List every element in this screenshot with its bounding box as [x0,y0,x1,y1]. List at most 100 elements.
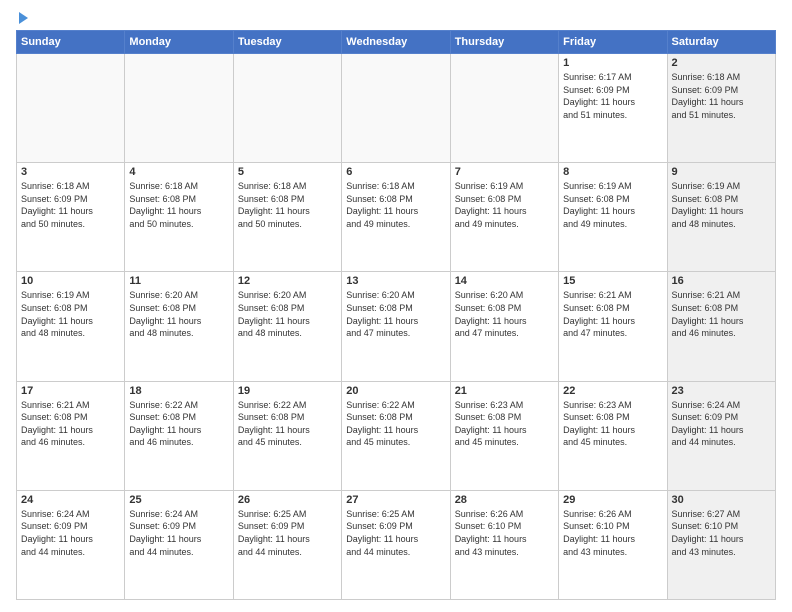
day-info: Sunrise: 6:24 AM Sunset: 6:09 PM Dayligh… [129,508,228,558]
day-number: 27 [346,494,445,506]
calendar-day-cell: 4 Sunrise: 6:18 AM Sunset: 6:08 PM Daylig… [125,163,233,272]
logo-triangle-icon [19,12,28,24]
day-number: 22 [563,385,662,397]
calendar-day-cell [17,54,125,163]
calendar-week-row: 24 Sunrise: 6:24 AM Sunset: 6:09 PM Dayli… [17,490,776,599]
calendar-day-cell: 1 Sunrise: 6:17 AM Sunset: 6:09 PM Daylig… [559,54,667,163]
calendar-day-cell: 25 Sunrise: 6:24 AM Sunset: 6:09 PM Dayli… [125,490,233,599]
day-info: Sunrise: 6:17 AM Sunset: 6:09 PM Dayligh… [563,71,662,121]
day-number: 15 [563,275,662,287]
calendar-day-cell: 14 Sunrise: 6:20 AM Sunset: 6:08 PM Dayli… [450,272,558,381]
calendar-week-row: 10 Sunrise: 6:19 AM Sunset: 6:08 PM Dayli… [17,272,776,381]
calendar-day-cell: 28Sunrise: 6:26 AM Sunset: 6:10 PM Dayli… [450,490,558,599]
calendar-day-cell: 18 Sunrise: 6:22 AM Sunset: 6:08 PM Dayli… [125,381,233,490]
calendar-day-header-thursday: Thursday [450,31,558,54]
calendar-day-cell: 2 Sunrise: 6:18 AM Sunset: 6:09 PM Daylig… [667,54,775,163]
calendar-day-header-monday: Monday [125,31,233,54]
day-number: 18 [129,385,228,397]
calendar-day-cell: 20Sunrise: 6:22 AM Sunset: 6:08 PM Dayli… [342,381,450,490]
day-info: Sunrise: 6:26 AM Sunset: 6:10 PM Dayligh… [563,508,662,558]
day-info: Sunrise: 6:19 AM Sunset: 6:08 PM Dayligh… [563,180,662,230]
day-info: Sunrise: 6:20 AM Sunset: 6:08 PM Dayligh… [346,289,445,339]
day-number: 12 [238,275,337,287]
calendar-day-cell: 19Sunrise: 6:22 AM Sunset: 6:08 PM Dayli… [233,381,341,490]
day-number: 25 [129,494,228,506]
calendar-day-header-sunday: Sunday [17,31,125,54]
day-number: 4 [129,166,228,178]
day-info: Sunrise: 6:18 AM Sunset: 6:08 PM Dayligh… [238,180,337,230]
day-number: 7 [455,166,554,178]
header [16,12,776,22]
day-info: Sunrise: 6:25 AM Sunset: 6:09 PM Dayligh… [238,508,337,558]
day-info: Sunrise: 6:22 AM Sunset: 6:08 PM Dayligh… [238,399,337,449]
calendar-day-cell: 6Sunrise: 6:18 AM Sunset: 6:08 PM Daylig… [342,163,450,272]
calendar-day-cell: 15 Sunrise: 6:21 AM Sunset: 6:08 PM Dayli… [559,272,667,381]
day-info: Sunrise: 6:22 AM Sunset: 6:08 PM Dayligh… [129,399,228,449]
calendar-day-cell: 5 Sunrise: 6:18 AM Sunset: 6:08 PM Daylig… [233,163,341,272]
calendar-day-cell [342,54,450,163]
calendar-day-cell: 30 Sunrise: 6:27 AM Sunset: 6:10 PM Dayli… [667,490,775,599]
page: SundayMondayTuesdayWednesdayThursdayFrid… [0,0,792,612]
calendar-day-cell [233,54,341,163]
day-info: Sunrise: 6:20 AM Sunset: 6:08 PM Dayligh… [455,289,554,339]
day-info: Sunrise: 6:18 AM Sunset: 6:08 PM Dayligh… [129,180,228,230]
day-number: 21 [455,385,554,397]
day-info: Sunrise: 6:21 AM Sunset: 6:08 PM Dayligh… [563,289,662,339]
day-info: Sunrise: 6:23 AM Sunset: 6:08 PM Dayligh… [563,399,662,449]
calendar-day-cell: 11Sunrise: 6:20 AM Sunset: 6:08 PM Dayli… [125,272,233,381]
calendar-week-row: 17 Sunrise: 6:21 AM Sunset: 6:08 PM Dayli… [17,381,776,490]
day-number: 3 [21,166,120,178]
calendar-day-cell: 17 Sunrise: 6:21 AM Sunset: 6:08 PM Dayli… [17,381,125,490]
day-number: 9 [672,166,771,178]
calendar-day-cell: 8 Sunrise: 6:19 AM Sunset: 6:08 PM Daylig… [559,163,667,272]
day-info: Sunrise: 6:21 AM Sunset: 6:08 PM Dayligh… [672,289,771,339]
day-number: 14 [455,275,554,287]
day-info: Sunrise: 6:19 AM Sunset: 6:08 PM Dayligh… [455,180,554,230]
day-info: Sunrise: 6:18 AM Sunset: 6:08 PM Dayligh… [346,180,445,230]
day-info: Sunrise: 6:18 AM Sunset: 6:09 PM Dayligh… [672,71,771,121]
day-info: Sunrise: 6:19 AM Sunset: 6:08 PM Dayligh… [21,289,120,339]
day-number: 1 [563,57,662,69]
calendar-table: SundayMondayTuesdayWednesdayThursdayFrid… [16,30,776,600]
calendar-day-header-tuesday: Tuesday [233,31,341,54]
day-info: Sunrise: 6:20 AM Sunset: 6:08 PM Dayligh… [238,289,337,339]
calendar-day-cell [125,54,233,163]
day-number: 30 [672,494,771,506]
day-info: Sunrise: 6:19 AM Sunset: 6:08 PM Dayligh… [672,180,771,230]
day-number: 8 [563,166,662,178]
logo [16,12,28,22]
calendar-day-cell: 26 Sunrise: 6:25 AM Sunset: 6:09 PM Dayli… [233,490,341,599]
calendar-day-cell: 13 Sunrise: 6:20 AM Sunset: 6:08 PM Dayli… [342,272,450,381]
day-info: Sunrise: 6:23 AM Sunset: 6:08 PM Dayligh… [455,399,554,449]
calendar-day-cell: 29 Sunrise: 6:26 AM Sunset: 6:10 PM Dayli… [559,490,667,599]
day-number: 13 [346,275,445,287]
calendar-week-row: 1 Sunrise: 6:17 AM Sunset: 6:09 PM Daylig… [17,54,776,163]
day-number: 24 [21,494,120,506]
calendar-day-cell: 23 Sunrise: 6:24 AM Sunset: 6:09 PM Dayli… [667,381,775,490]
day-number: 17 [21,385,120,397]
day-number: 16 [672,275,771,287]
day-number: 23 [672,385,771,397]
calendar-day-cell: 16 Sunrise: 6:21 AM Sunset: 6:08 PM Dayli… [667,272,775,381]
day-info: Sunrise: 6:24 AM Sunset: 6:09 PM Dayligh… [21,508,120,558]
day-number: 29 [563,494,662,506]
calendar-day-cell: 21 Sunrise: 6:23 AM Sunset: 6:08 PM Dayli… [450,381,558,490]
calendar-day-cell [450,54,558,163]
day-info: Sunrise: 6:24 AM Sunset: 6:09 PM Dayligh… [672,399,771,449]
day-number: 10 [21,275,120,287]
day-info: Sunrise: 6:27 AM Sunset: 6:10 PM Dayligh… [672,508,771,558]
calendar-day-cell: 7 Sunrise: 6:19 AM Sunset: 6:08 PM Daylig… [450,163,558,272]
day-info: Sunrise: 6:21 AM Sunset: 6:08 PM Dayligh… [21,399,120,449]
calendar-day-cell: 24 Sunrise: 6:24 AM Sunset: 6:09 PM Dayli… [17,490,125,599]
calendar-day-cell: 3Sunrise: 6:18 AM Sunset: 6:09 PM Daylig… [17,163,125,272]
day-number: 26 [238,494,337,506]
day-number: 2 [672,57,771,69]
day-info: Sunrise: 6:25 AM Sunset: 6:09 PM Dayligh… [346,508,445,558]
calendar-day-header-wednesday: Wednesday [342,31,450,54]
calendar-day-header-friday: Friday [559,31,667,54]
calendar-header-row: SundayMondayTuesdayWednesdayThursdayFrid… [17,31,776,54]
calendar-day-cell: 10 Sunrise: 6:19 AM Sunset: 6:08 PM Dayli… [17,272,125,381]
day-info: Sunrise: 6:26 AM Sunset: 6:10 PM Dayligh… [455,508,554,558]
day-number: 5 [238,166,337,178]
calendar-day-header-saturday: Saturday [667,31,775,54]
